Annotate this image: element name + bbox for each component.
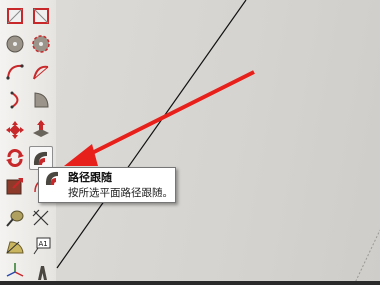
follow-me-icon <box>45 171 58 185</box>
axes-icon <box>6 263 24 277</box>
arc-icon <box>6 64 24 80</box>
pie-icon <box>34 92 49 108</box>
model-edge[interactable] <box>56 0 247 269</box>
push-pull-icon <box>33 120 49 137</box>
drawing-canvas[interactable] <box>56 0 380 285</box>
push-pull-tool-button[interactable] <box>29 118 53 142</box>
protractor-icon <box>6 241 24 254</box>
canvas-geometry <box>56 0 380 285</box>
move-tool-button[interactable] <box>3 118 27 142</box>
tape-measure-tool-button[interactable] <box>3 206 27 230</box>
two-point-arc-icon <box>33 65 49 80</box>
polygon-tool-button[interactable] <box>29 32 53 56</box>
text-icon: A1 <box>33 237 51 255</box>
rotate-tool-button[interactable] <box>3 146 27 170</box>
dimension-tool-button[interactable] <box>29 206 53 230</box>
scale-icon <box>6 178 23 195</box>
three-point-arc-tool-button[interactable] <box>3 88 27 112</box>
follow-me-icon <box>33 151 47 165</box>
rectangle-tool-button[interactable] <box>3 4 27 28</box>
rectangle-icon <box>7 8 23 24</box>
polygon-icon <box>32 35 50 53</box>
follow-me-tooltip: 路径跟随 按所选平面路径跟随。 <box>38 167 176 203</box>
drawing-toolbar: A1 <box>0 0 57 285</box>
two-point-arc-tool-button[interactable] <box>29 60 53 84</box>
pie-tool-button[interactable] <box>29 88 53 112</box>
rotated-rectangle-tool-button[interactable] <box>29 4 53 28</box>
rotated-rectangle-icon <box>33 8 49 24</box>
tape-measure-icon <box>6 210 24 227</box>
text-tool-button[interactable]: A1 <box>29 234 53 258</box>
tooltip-title: 路径跟随 <box>68 171 112 184</box>
tooltip-description: 按所选平面路径跟随。 <box>68 187 173 199</box>
status-bar-edge <box>0 281 380 285</box>
red-annotation-arrow <box>77 70 255 162</box>
circle-icon <box>6 35 24 53</box>
rotate-icon <box>6 149 24 167</box>
circle-tool-button[interactable] <box>3 32 27 56</box>
dimension-icon <box>32 209 49 226</box>
three-point-arc-icon <box>10 91 19 109</box>
protractor-tool-button[interactable] <box>3 234 27 258</box>
move-icon <box>6 121 24 139</box>
faint-dashed-edge <box>353 229 380 285</box>
arc-tool-button[interactable] <box>3 60 27 84</box>
svg-text:A1: A1 <box>39 240 48 248</box>
3d-text-icon <box>38 266 47 280</box>
scale-tool-button[interactable] <box>3 174 27 198</box>
red-arrow-head <box>64 144 98 166</box>
